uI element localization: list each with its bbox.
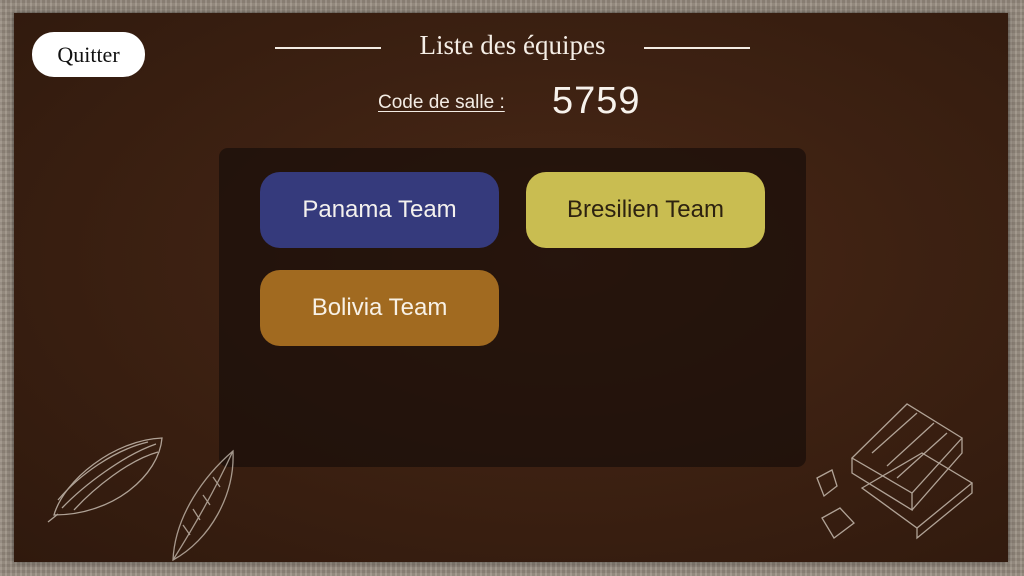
title-divider-right xyxy=(644,47,750,49)
page-title: Liste des équipes xyxy=(419,30,606,60)
quit-button[interactable]: Quitter xyxy=(32,32,145,77)
team-button-bresilien[interactable]: Bresilien Team xyxy=(526,172,765,248)
team-button-bolivia[interactable]: Bolivia Team xyxy=(260,270,499,346)
leaf-icon xyxy=(172,449,234,562)
room-code-value: 5759 xyxy=(552,80,641,122)
room-code-label: Code de salle : xyxy=(378,92,505,113)
chocolate-pieces-icon xyxy=(816,403,974,540)
team-button-panama[interactable]: Panama Team xyxy=(260,172,499,248)
title-bar: Liste des équipes xyxy=(275,30,750,68)
cocoa-pod-icon xyxy=(47,437,163,523)
